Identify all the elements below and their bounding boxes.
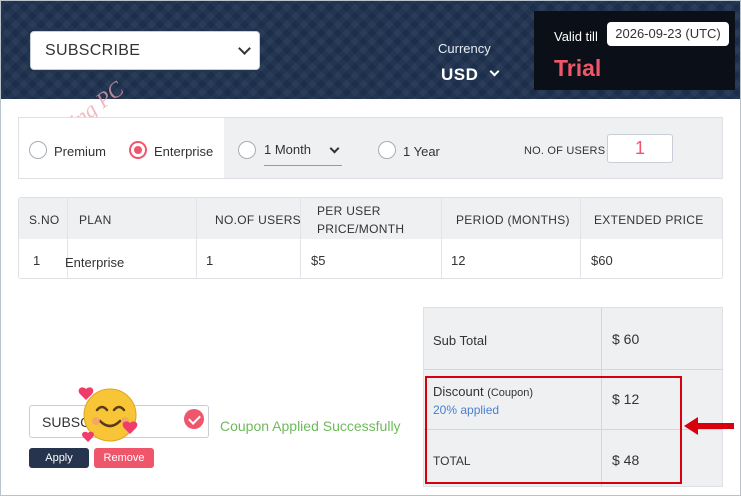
currency-dropdown[interactable]: USD [441, 65, 478, 85]
users-label: NO. OF USERS [524, 145, 606, 157]
header-period: PERIOD (MONTHS) [456, 213, 570, 227]
header-plan: PLAN [79, 213, 112, 227]
column-divider [196, 198, 197, 278]
premium-label[interactable]: Premium [54, 144, 106, 159]
cell-sno: 1 [33, 253, 41, 268]
period-dropdown[interactable]: 1 Month [264, 142, 342, 166]
valid-till-date: 2026-09-23 (UTC) [607, 22, 729, 46]
chevron-down-icon [238, 42, 251, 55]
smiling-face-hearts-icon [78, 387, 138, 442]
enterprise-label[interactable]: Enterprise [154, 144, 213, 159]
year-label[interactable]: 1 Year [403, 144, 440, 159]
currency-label: Currency [438, 41, 491, 56]
arrow-left-icon [684, 417, 734, 435]
cell-plan: Enterprise [65, 255, 125, 270]
row-divider [424, 369, 722, 370]
premium-radio[interactable] [29, 141, 47, 159]
header-price-month: PRICE/MONTH [317, 222, 405, 236]
valid-till-label: Valid till [554, 29, 598, 44]
cell-price: $5 [311, 253, 326, 268]
remove-button[interactable]: Remove [94, 448, 154, 468]
column-divider [580, 198, 581, 278]
validity-panel: Valid till 2026-09-23 (UTC) Trial [534, 11, 735, 90]
plan-select-value: SUBSCRIBE [45, 42, 141, 59]
column-divider [300, 198, 301, 278]
cell-users: 1 [206, 253, 214, 268]
column-divider [441, 198, 442, 278]
chevron-down-icon[interactable] [489, 66, 500, 77]
apply-button[interactable]: Apply [29, 448, 89, 468]
coupon-success-message: Coupon Applied Successfully [220, 418, 401, 434]
header-users: NO.OF USERS [215, 213, 301, 227]
check-icon [184, 409, 204, 429]
year-radio[interactable] [378, 141, 396, 159]
plan-select-dropdown[interactable]: SUBSCRIBE [30, 31, 260, 70]
table-row [19, 239, 722, 278]
chevron-down-icon [329, 143, 340, 154]
header-sno: S.NO [29, 213, 60, 227]
trial-badge: Trial [554, 55, 602, 81]
month-radio[interactable] [238, 141, 256, 159]
subtotal-label: Sub Total [433, 333, 487, 348]
users-input[interactable]: 1 [607, 134, 673, 163]
subtotal-value: $ 60 [612, 331, 640, 347]
enterprise-radio[interactable] [129, 141, 147, 159]
header-per-user: PER USER [317, 204, 381, 218]
cell-period: 12 [451, 253, 466, 268]
period-dropdown-value: 1 Month [264, 142, 311, 157]
subscription-options: Premium Enterprise 1 Month 1 Year NO. OF… [18, 117, 723, 179]
discount-highlight-box [425, 376, 682, 484]
header-bar: SUBSCRIBE Currency USD Valid till 2026-0… [1, 1, 740, 99]
plan-table: S.NO PLAN NO.OF USERS PER USER PRICE/MON… [18, 197, 723, 279]
header-extended-price: EXTENDED PRICE [594, 213, 704, 227]
cell-extended-price: $60 [591, 253, 613, 268]
